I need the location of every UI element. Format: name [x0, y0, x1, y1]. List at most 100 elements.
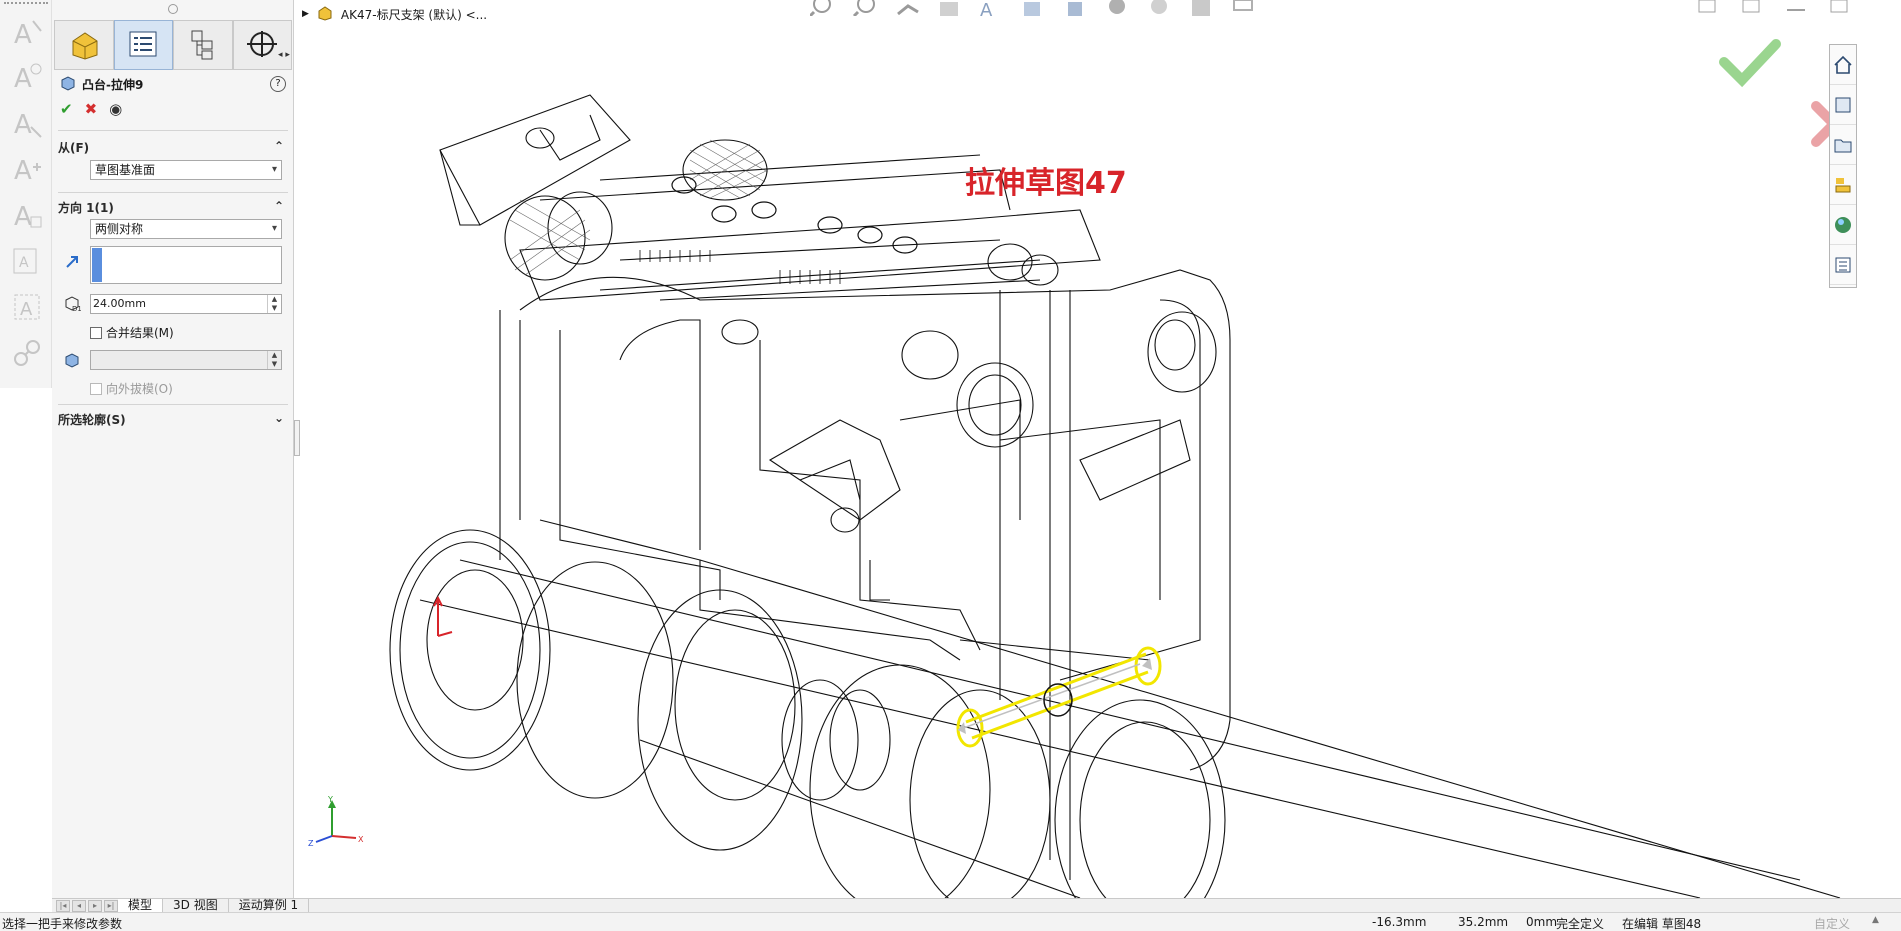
- svg-text:A: A: [14, 110, 32, 139]
- view-toolbar: [1829, 44, 1857, 288]
- merge-result-checkbox[interactable]: 合并结果(M): [90, 324, 174, 341]
- note-tool-icon[interactable]: A: [8, 14, 46, 52]
- tab-nav-arrows[interactable]: |◂ ◂ ▸ ▸|: [56, 899, 118, 912]
- expand-arrow-icon[interactable]: ▶: [302, 9, 309, 19]
- selected-contours-header[interactable]: 所选轮廓(S) ⌄: [58, 408, 288, 430]
- from-select[interactable]: 草图基准面 ▾: [90, 160, 282, 180]
- active-field-marker: [92, 248, 102, 282]
- expand-chevron-icon[interactable]: ⌄: [274, 411, 284, 425]
- spinner-arrows-icon: ▲ ▼: [267, 351, 281, 369]
- help-icon[interactable]: ?: [270, 76, 286, 92]
- display-style-icon[interactable]: [1060, 0, 1090, 16]
- view-settings-icon[interactable]: [1228, 0, 1258, 16]
- tab-motion-study[interactable]: 运动算例 1: [229, 898, 310, 913]
- chevron-down-icon: ▾: [271, 164, 277, 175]
- status-expand-icon[interactable]: ▲: [1872, 915, 1879, 925]
- apply-scene-icon[interactable]: [1186, 0, 1216, 16]
- appearances-icon[interactable]: [1830, 205, 1856, 245]
- units-custom[interactable]: 自定义: [1814, 915, 1850, 931]
- dimxpert-manager-tab[interactable]: [232, 20, 292, 70]
- ok-icon[interactable]: ✔: [60, 100, 73, 118]
- restore-icon[interactable]: [1739, 0, 1765, 14]
- breadcrumb[interactable]: ▶ AK47-标尺支架 (默认) <...: [302, 4, 487, 24]
- custom-properties-icon[interactable]: [1830, 245, 1856, 285]
- configuration-manager-tab[interactable]: [173, 20, 233, 70]
- link-tool-icon[interactable]: [8, 334, 46, 372]
- view-orientation-icon[interactable]: [1018, 0, 1048, 16]
- from-label: 从(F): [58, 140, 90, 155]
- design-library-icon[interactable]: [1830, 85, 1856, 125]
- feature-title: 凸台-拉伸9: [82, 77, 144, 92]
- file-explorer-icon[interactable]: [1830, 125, 1856, 165]
- balloon-tool-icon[interactable]: A: [8, 58, 46, 96]
- configuration-manager-icon: [186, 27, 220, 64]
- cursor-x: -16.3mm: [1372, 915, 1427, 929]
- next-tab-icon[interactable]: ▸: [88, 899, 102, 912]
- pm-action-buttons: ✔ ✖ ◉: [60, 100, 122, 118]
- chevron-down-icon: ▾: [271, 223, 277, 234]
- dynamic-annotation-icon[interactable]: A: [976, 0, 1006, 16]
- feature-manager-tab[interactable]: [54, 20, 114, 70]
- viewport-window-controls: [1695, 0, 1853, 14]
- previous-view-icon[interactable]: [892, 0, 922, 16]
- manager-tabs: [54, 20, 292, 70]
- end-condition-select[interactable]: 两侧对称 ▾: [90, 219, 282, 239]
- checkbox-box[interactable]: [90, 326, 102, 339]
- property-manager-icon: [126, 27, 160, 64]
- divider: [58, 404, 288, 405]
- hide-show-icon[interactable]: [1102, 0, 1132, 16]
- definition-status: 完全定义: [1556, 917, 1605, 931]
- grip-dots: [4, 2, 48, 4]
- draft-toggle-icon[interactable]: [62, 350, 82, 370]
- model-tabs-bar: |◂ ◂ ▸ ▸| 模型 3D 视图 运动算例 1: [52, 898, 1901, 913]
- dimxpert-icon: [245, 27, 279, 64]
- tile-icon[interactable]: [1695, 0, 1721, 14]
- first-tab-icon[interactable]: |◂: [56, 899, 70, 912]
- datum-target-icon[interactable]: A: [8, 196, 46, 234]
- view-palette-icon[interactable]: [1830, 165, 1856, 205]
- direction1-group-header[interactable]: 方向 1(1) ⌃: [58, 196, 288, 218]
- svg-text:A: A: [14, 202, 32, 231]
- prev-tab-icon[interactable]: ◂: [72, 899, 86, 912]
- auto-balloon-icon[interactable]: A: [8, 104, 46, 142]
- document-title[interactable]: AK47-标尺支架 (默认) <...: [341, 6, 487, 23]
- graphics-area[interactable]: 拉伸草图47 Y X Z: [302, 24, 1857, 931]
- confirm-ok-icon[interactable]: [1718, 36, 1782, 88]
- depth-input[interactable]: 24.00mm ▲ ▼: [90, 294, 282, 314]
- checkbox-box: [90, 382, 102, 395]
- depth-icon: D1: [62, 294, 82, 314]
- section-view-icon[interactable]: [934, 0, 964, 16]
- wireframe-model: [389, 94, 1841, 931]
- zoom-to-area-icon[interactable]: [850, 0, 880, 16]
- from-group-header[interactable]: 从(F) ⌃: [58, 136, 288, 158]
- zoom-to-fit-icon[interactable]: [808, 0, 838, 16]
- collapse-chevron-icon[interactable]: ⌃: [274, 199, 284, 213]
- svg-text:A: A: [19, 255, 29, 271]
- last-tab-icon[interactable]: ▸|: [104, 899, 118, 912]
- geometric-tolerance-icon[interactable]: A: [8, 288, 46, 326]
- maximize-icon[interactable]: [1827, 0, 1853, 14]
- preview-eye-icon[interactable]: ◉: [109, 100, 122, 118]
- weld-symbol-icon[interactable]: A: [8, 150, 46, 188]
- direction-arrow-icon[interactable]: [62, 252, 82, 272]
- panel-grip-icon[interactable]: [168, 4, 178, 14]
- direction1-label: 方向 1(1): [58, 200, 114, 215]
- home-view-icon[interactable]: [1830, 45, 1856, 85]
- merge-result-label: 合并结果(M): [106, 326, 174, 340]
- property-manager-tab[interactable]: [113, 20, 173, 70]
- svg-text:A: A: [14, 64, 32, 93]
- tab-scroll-arrows[interactable]: ◂ ▸: [278, 50, 290, 60]
- svg-text:X: X: [358, 835, 364, 844]
- minimize-icon[interactable]: [1783, 0, 1809, 14]
- tab-model[interactable]: 模型: [118, 898, 164, 913]
- cancel-icon[interactable]: ✖: [85, 100, 98, 118]
- edit-appearance-icon[interactable]: [1144, 0, 1174, 16]
- extrude-direction-field[interactable]: [90, 246, 282, 284]
- sketch-callout-label: 拉伸草图47: [965, 166, 1127, 201]
- collapse-chevron-icon[interactable]: ⌃: [274, 139, 284, 153]
- panel-collapse-handle[interactable]: [294, 420, 300, 456]
- spinner-arrows-icon[interactable]: ▲ ▼: [267, 295, 281, 313]
- svg-text:Y: Y: [327, 796, 333, 804]
- surface-finish-icon[interactable]: A: [8, 242, 46, 280]
- tab-3d-view[interactable]: 3D 视图: [163, 898, 229, 913]
